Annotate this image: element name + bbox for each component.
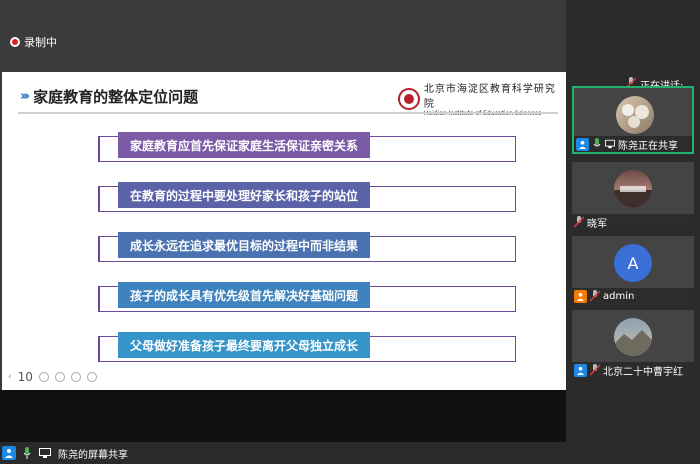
slide-item-5: 父母做好准备孩子最终要离开父母独立成长 bbox=[98, 332, 518, 362]
user-icon bbox=[574, 289, 587, 303]
participant-tile-3[interactable]: A admin bbox=[572, 236, 694, 304]
item-label: 成长永远在追求最优目标的过程中而非结果 bbox=[118, 232, 371, 258]
landscape-avatar bbox=[614, 170, 652, 208]
screen-share-icon bbox=[605, 138, 615, 150]
mic-icon[interactable] bbox=[20, 446, 34, 460]
item-label: 在教育的过程中要处理好家长和孩子的站位 bbox=[118, 182, 371, 208]
record-icon bbox=[10, 37, 20, 47]
mic-muted-icon bbox=[590, 290, 600, 302]
participant-bar: 北京二十中曹宇红 bbox=[572, 362, 694, 378]
participant-name: admin bbox=[603, 290, 635, 302]
item-label: 父母做好准备孩子最终要离开父母独立成长 bbox=[118, 332, 371, 358]
shared-slide: ››› 家庭教育的整体定位问题 北京市海淀区教育科学研究院 Haidian In… bbox=[2, 72, 566, 390]
top-bar: 录制中 bbox=[0, 0, 566, 72]
participant-tile-2[interactable]: 晓军 bbox=[572, 162, 694, 230]
share-status-bar: 陈尧的屏幕共享 bbox=[0, 442, 566, 464]
page-number: 10 bbox=[17, 370, 33, 384]
seal-icon bbox=[398, 87, 420, 110]
participant-name: 晓军 bbox=[587, 218, 607, 230]
landscape-avatar bbox=[614, 318, 652, 356]
slide-item-4: 孩子的成长具有优先级首先解决好基础问题 bbox=[98, 282, 518, 312]
pen-icon[interactable] bbox=[38, 372, 49, 382]
logo-name-cn: 北京市海淀区教育科学研究院 bbox=[423, 84, 556, 110]
participant-bar: 陈尧正在共享 bbox=[574, 136, 692, 152]
participant-bar: admin bbox=[572, 288, 694, 304]
grid-icon[interactable] bbox=[54, 372, 65, 382]
participant-name: 陈尧正在共享 bbox=[618, 140, 678, 152]
slide-header: ››› 家庭教育的整体定位问题 bbox=[20, 86, 198, 107]
letterbox-bar bbox=[0, 390, 566, 442]
recording-indicator[interactable]: 录制中 bbox=[10, 34, 57, 50]
participant-name: 北京二十中曹宇红 bbox=[603, 366, 683, 378]
share-label: 陈尧的屏幕共享 bbox=[58, 449, 128, 461]
mic-icon bbox=[592, 138, 602, 150]
mic-muted-icon bbox=[574, 216, 584, 228]
slide-item-3: 成长永远在追求最优目标的过程中而非结果 bbox=[98, 232, 518, 262]
slide-item-2: 在教育的过程中要处理好家长和孩子的站位 bbox=[98, 182, 518, 212]
participant-tile-4[interactable]: 北京二十中曹宇红 bbox=[572, 310, 694, 378]
photo-avatar bbox=[616, 96, 654, 134]
recording-label: 录制中 bbox=[24, 36, 57, 49]
more-icon[interactable] bbox=[86, 372, 97, 382]
item-label: 家庭教育应首先保证家庭生活保证亲密关系 bbox=[118, 132, 371, 158]
item-label: 孩子的成长具有优先级首先解决好基础问题 bbox=[118, 282, 371, 308]
mic-muted-icon bbox=[590, 364, 600, 376]
slide-title: 家庭教育的整体定位问题 bbox=[33, 88, 199, 106]
letter-avatar: A bbox=[614, 244, 652, 282]
slide-item-1: 家庭教育应首先保证家庭生活保证亲密关系 bbox=[98, 132, 518, 162]
participant-bar: 晓军 bbox=[572, 214, 694, 230]
prev-slide-icon[interactable]: ‹ bbox=[8, 372, 12, 382]
participant-tile-1[interactable]: 陈尧正在共享 bbox=[572, 86, 694, 154]
screen-share-icon[interactable] bbox=[38, 446, 52, 460]
zoom-icon[interactable] bbox=[70, 372, 81, 382]
title-divider bbox=[18, 112, 558, 114]
user-icon bbox=[576, 137, 589, 151]
user-icon bbox=[2, 446, 16, 460]
chevrons-icon: ››› bbox=[20, 89, 30, 104]
user-icon bbox=[574, 363, 587, 377]
participant-panel bbox=[566, 0, 700, 464]
slide-controls: ‹ 10 bbox=[8, 370, 97, 384]
main-video-area: 录制中 ››› 家庭教育的整体定位问题 北京市海淀区教育科学研究院 Haidia… bbox=[0, 0, 566, 464]
